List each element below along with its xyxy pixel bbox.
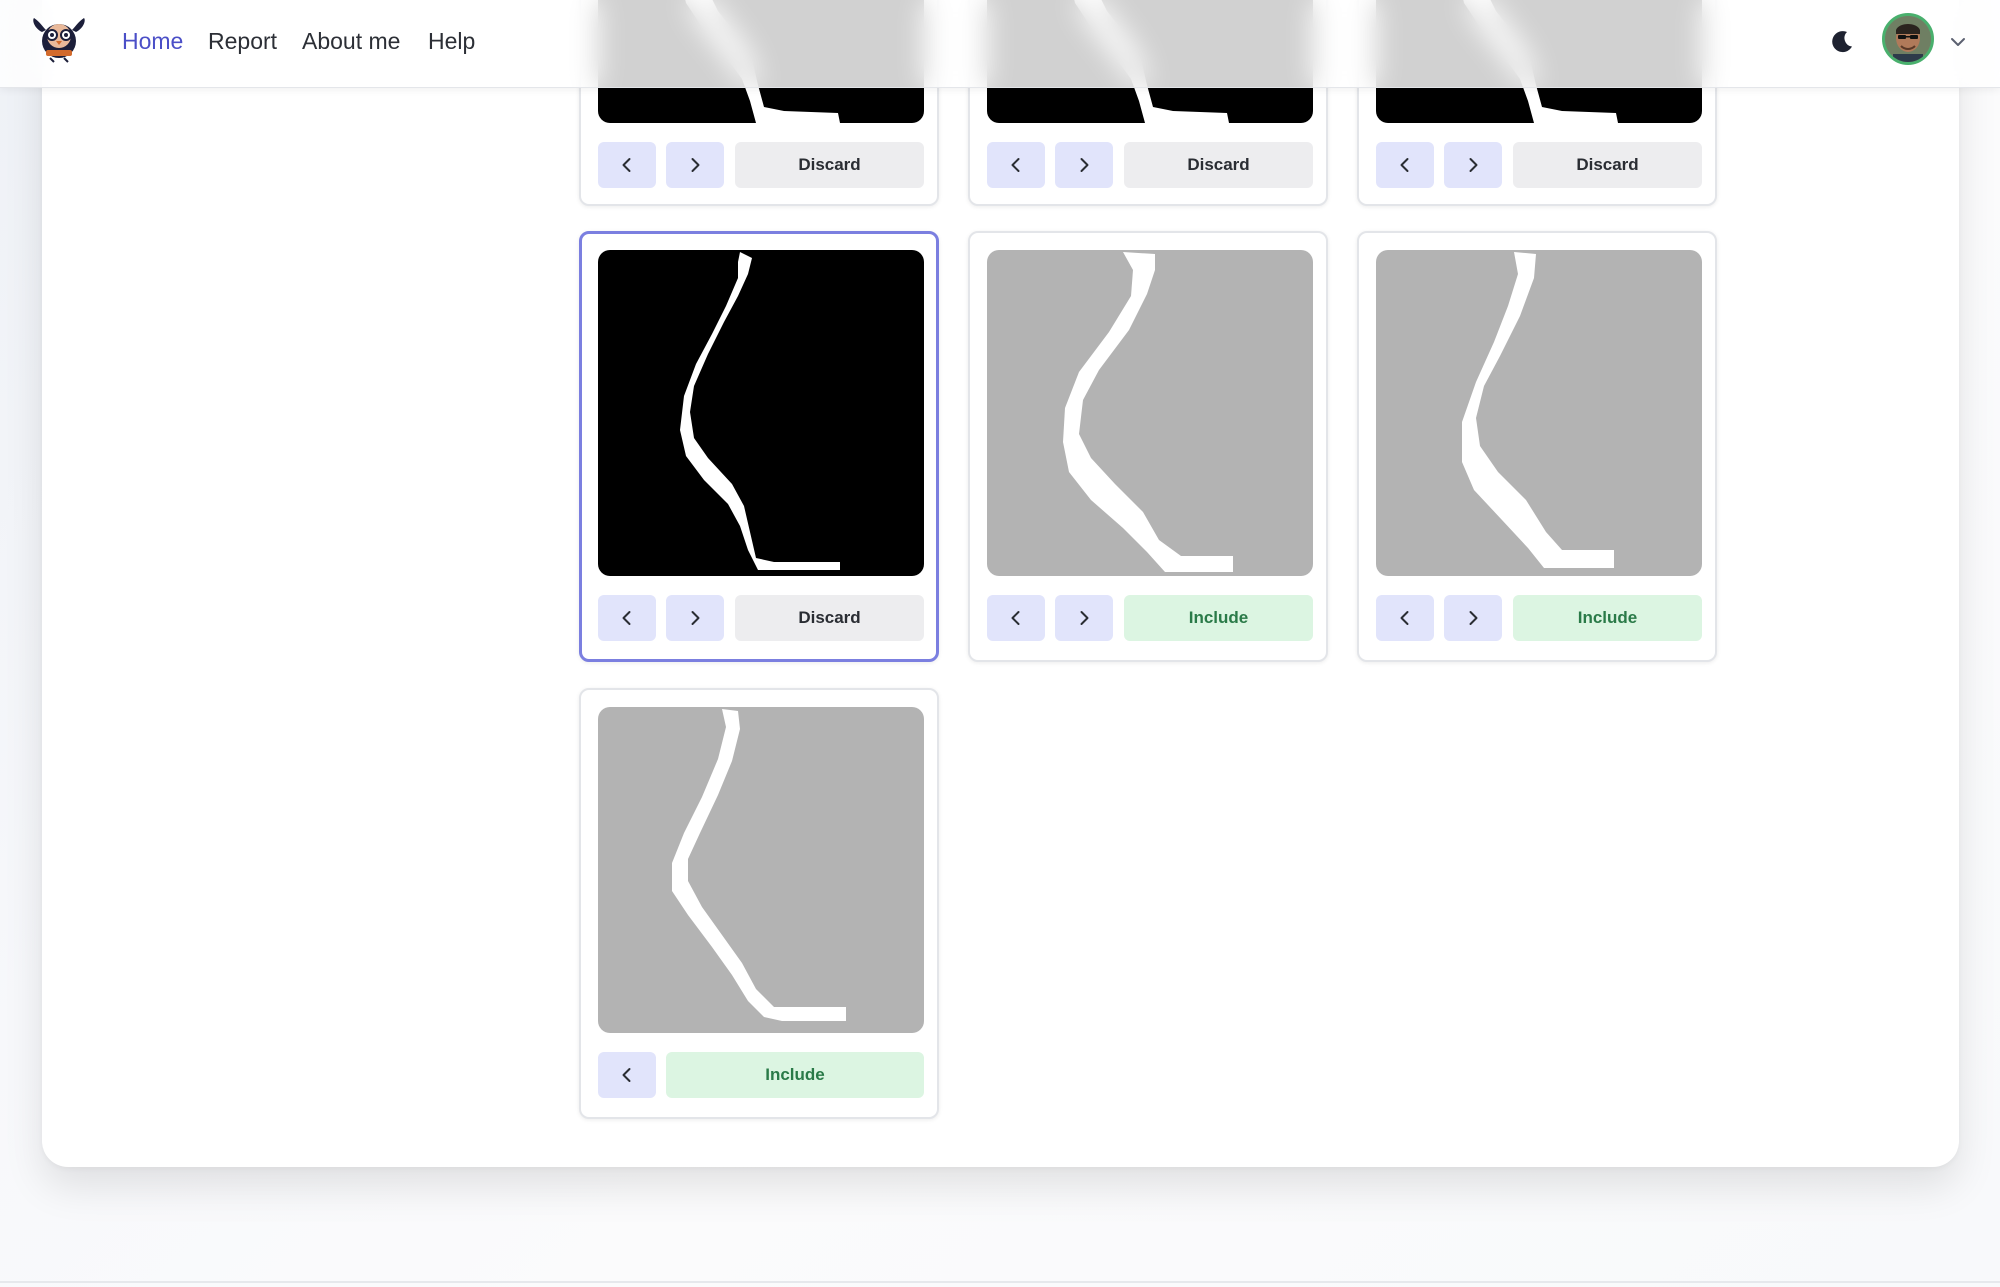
chevron-right-icon [1469, 611, 1478, 625]
top-navbar: Home Report About me Help [0, 0, 2000, 88]
next-button[interactable] [1444, 595, 1502, 641]
nav-help[interactable]: Help [428, 28, 475, 55]
discard-button[interactable]: Discard [735, 595, 924, 641]
chevron-left-icon [1011, 158, 1020, 172]
mask-shape [672, 709, 846, 1021]
main-panel: Discard Discard Discard Discard Include … [42, 0, 1959, 1167]
chevron-right-icon [1080, 611, 1089, 625]
chevron-left-icon [622, 1068, 631, 1082]
discard-button[interactable]: Discard [1124, 142, 1313, 188]
chevron-left-icon [1400, 158, 1409, 172]
nav-home[interactable]: Home [122, 28, 183, 55]
chevron-left-icon [1400, 611, 1409, 625]
chevron-left-icon [1011, 611, 1020, 625]
chevron-left-icon [622, 611, 631, 625]
prev-button[interactable] [1376, 595, 1434, 641]
image-card-selected: Discard [579, 231, 939, 662]
mask-thumbnail[interactable] [1376, 250, 1702, 576]
prev-button[interactable] [987, 595, 1045, 641]
chevron-right-icon [691, 158, 700, 172]
chevron-left-icon [622, 158, 631, 172]
footer-divider [0, 1281, 2000, 1283]
owl-logo-icon[interactable] [28, 14, 90, 64]
image-card: Include [968, 231, 1328, 662]
chevron-right-icon [1469, 158, 1478, 172]
mask-shape [1063, 252, 1233, 572]
nav-about[interactable]: About me [302, 28, 400, 55]
mask-thumbnail[interactable] [598, 250, 924, 576]
moon-icon[interactable] [1828, 28, 1856, 56]
next-button[interactable] [666, 142, 724, 188]
chevron-down-icon[interactable] [1948, 32, 1968, 52]
discard-button[interactable]: Discard [735, 142, 924, 188]
prev-button[interactable] [987, 142, 1045, 188]
prev-button[interactable] [598, 1052, 656, 1098]
mask-thumbnail[interactable] [598, 707, 924, 1033]
next-button[interactable] [666, 595, 724, 641]
prev-button[interactable] [598, 595, 656, 641]
discard-button[interactable]: Discard [1513, 142, 1702, 188]
next-button[interactable] [1444, 142, 1502, 188]
nav-report[interactable]: Report [208, 28, 277, 55]
chevron-right-icon [691, 611, 700, 625]
next-button[interactable] [1055, 142, 1113, 188]
image-card: Include [1357, 231, 1717, 662]
include-button[interactable]: Include [666, 1052, 924, 1098]
user-avatar[interactable] [1882, 13, 1934, 65]
prev-button[interactable] [598, 142, 656, 188]
mask-shape [1462, 252, 1614, 568]
image-card: Include [579, 688, 939, 1119]
mask-shape [680, 252, 840, 570]
prev-button[interactable] [1376, 142, 1434, 188]
chevron-right-icon [1080, 158, 1089, 172]
include-button[interactable]: Include [1124, 595, 1313, 641]
mask-thumbnail[interactable] [987, 250, 1313, 576]
include-button[interactable]: Include [1513, 595, 1702, 641]
next-button[interactable] [1055, 595, 1113, 641]
